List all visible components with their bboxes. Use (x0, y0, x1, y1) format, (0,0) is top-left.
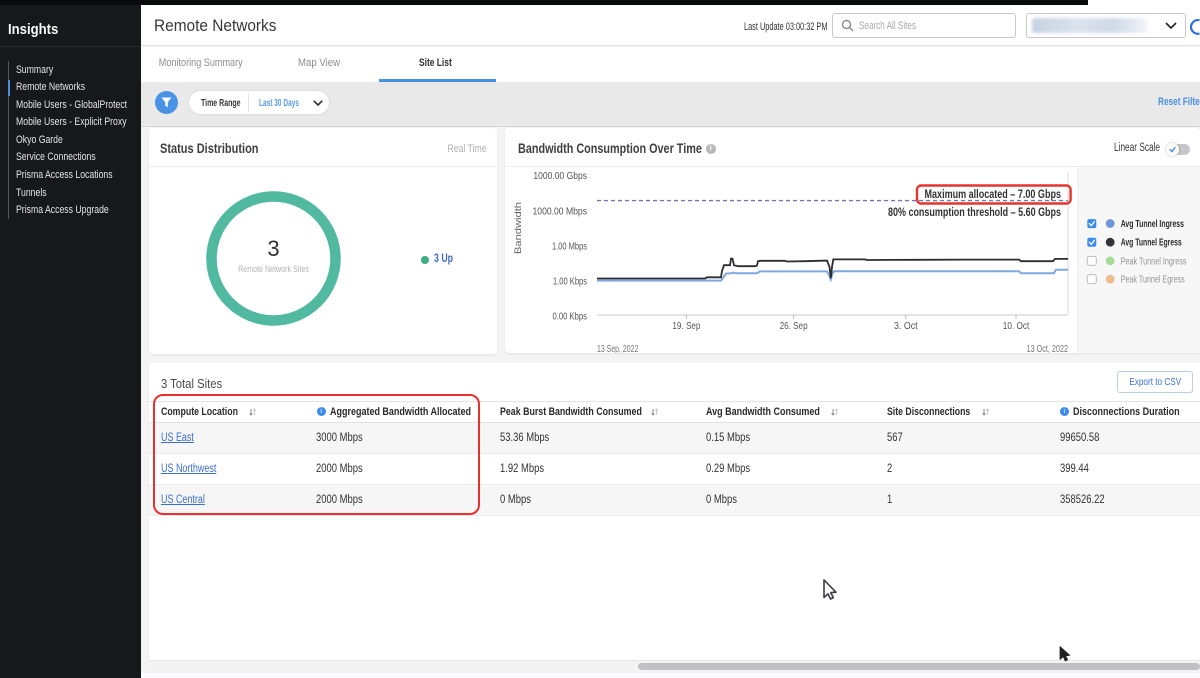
svg-text:13 Oct, 2022: 13 Oct, 2022 (1027, 344, 1069, 353)
svg-text:Bandwidth: Bandwidth (513, 202, 524, 254)
svg-text:26. Sep: 26. Sep (780, 320, 808, 332)
svg-text:Maximum allocated – 7.00 Gbps: Maximum allocated – 7.00 Gbps (925, 189, 1062, 201)
svg-text:1.00 Mbps: 1.00 Mbps (552, 241, 587, 253)
svg-text:13 Sep, 2022: 13 Sep, 2022 (597, 344, 639, 353)
svg-text:1000.00 Gbps: 1000.00 Gbps (533, 170, 587, 182)
svg-text:10. Oct: 10. Oct (1003, 320, 1030, 332)
svg-text:0.00 Kbps: 0.00 Kbps (553, 311, 588, 323)
svg-text:1.00 Kbps: 1.00 Kbps (553, 276, 587, 288)
svg-text:19. Sep: 19. Sep (672, 320, 700, 332)
svg-text:Avg Tunnel Ingress: Avg Tunnel Ingress (1121, 218, 1184, 230)
svg-text:Avg Tunnel Egress: Avg Tunnel Egress (1121, 237, 1182, 249)
svg-text:3. Oct: 3. Oct (894, 320, 918, 332)
svg-text:Peak Tunnel Ingress: Peak Tunnel Ingress (1121, 255, 1187, 267)
svg-text:Peak Tunnel Egress: Peak Tunnel Egress (1121, 274, 1185, 286)
svg-text:80% consumption threshold – 5.: 80% consumption threshold – 5.60 Gbps (888, 207, 1061, 219)
svg-text:1000.00 Mbps: 1000.00 Mbps (533, 206, 588, 218)
